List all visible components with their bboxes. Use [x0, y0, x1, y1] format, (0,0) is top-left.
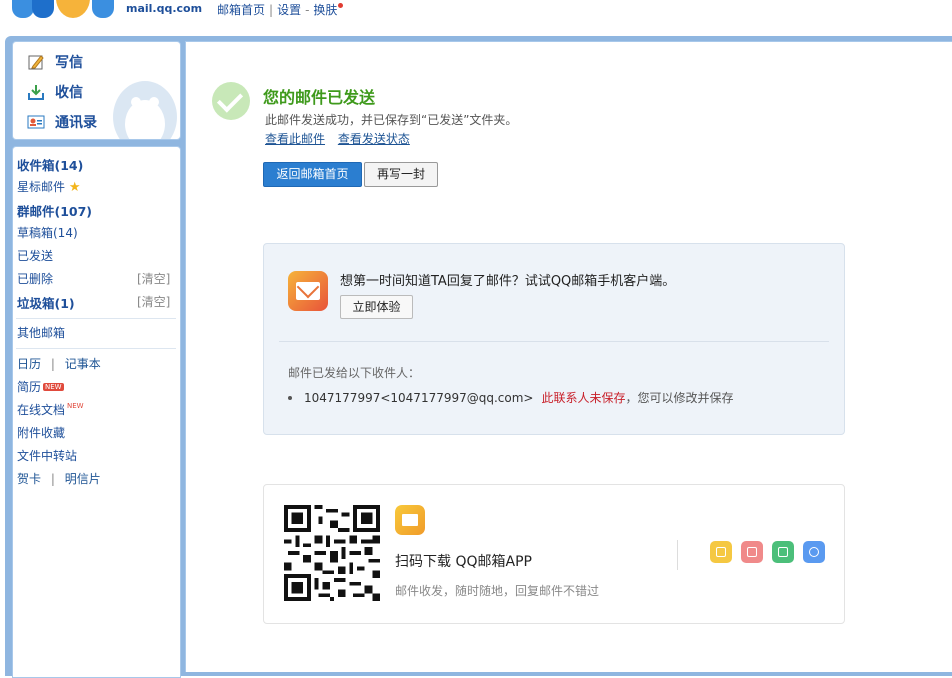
starred-label: 星标邮件	[17, 180, 66, 194]
online-docs-label: 在线文档	[17, 403, 66, 417]
files-app-icon[interactable]	[803, 541, 825, 563]
sidebar-item-sent[interactable]: 已发送	[17, 247, 53, 264]
qq-mail-app-icon	[395, 505, 425, 535]
compose-button[interactable]: 写信	[27, 52, 83, 72]
sidebar-item-greeting-card[interactable]: 贺卡	[17, 472, 41, 486]
resume-label: 简历	[17, 380, 42, 394]
calendar-app-icon[interactable]	[741, 541, 763, 563]
star-icon: ★	[68, 180, 81, 195]
divider	[16, 348, 176, 349]
sidebar-item-group[interactable]: 群邮件(107)	[17, 201, 92, 220]
recipients-label: 邮件已发给以下收件人：	[288, 366, 421, 380]
sidebar-item-attachments[interactable]: 附件收藏	[17, 424, 65, 441]
notes-app-icon[interactable]	[772, 541, 794, 563]
recipient-address: 1047177997<1047177997@qq.com>	[304, 391, 534, 405]
divider	[279, 341, 829, 342]
logo-url: mail.qq.com	[126, 2, 203, 15]
separator: |	[269, 3, 274, 17]
bullet	[288, 396, 292, 400]
greeting-postcard-row: 贺卡 | 明信片	[17, 470, 101, 487]
success-check-icon	[212, 82, 250, 120]
receive-button[interactable]: 收信	[27, 82, 83, 102]
back-to-home-button[interactable]: 返回邮箱首页	[263, 162, 362, 187]
separator: |	[50, 472, 55, 486]
contacts-icon	[27, 113, 45, 131]
save-contact-hint: ，您可以修改并保存	[625, 391, 734, 405]
view-mail-link[interactable]: 查看此邮件	[265, 132, 325, 146]
contacts-button[interactable]: 通讯录	[27, 112, 97, 132]
sidebar-item-deleted[interactable]: 已删除	[17, 270, 53, 287]
top-links: 邮箱首页 | 设置 - 换肤	[217, 1, 344, 18]
sidebar-item-spam[interactable]: 垃圾箱(1)	[17, 293, 75, 312]
sidebar-item-inbox[interactable]: 收件箱(14)	[17, 155, 83, 174]
mail-app-icon	[288, 271, 328, 311]
app-download-desc: 邮件收发，随时随地，回复邮件不错过	[395, 584, 600, 598]
app-download-title: 扫码下载 QQ邮箱APP	[395, 554, 532, 570]
sidebar-item-drafts[interactable]: 草稿箱(14)	[17, 224, 78, 241]
sidebar-item-calendar[interactable]: 日历	[17, 357, 41, 371]
success-description: 此邮件发送成功，并已保存到“已发送”文件夹。	[265, 113, 518, 127]
write-again-button[interactable]: 再写一封	[364, 162, 438, 187]
qr-code-icon	[284, 505, 380, 601]
sidebar-item-notes[interactable]: 记事本	[65, 357, 101, 371]
separator: -	[305, 3, 310, 17]
mail-app-icon[interactable]	[710, 541, 732, 563]
recipient-item: 1047177997<1047177997@qq.com> 此联系人未保存，您可以…	[288, 389, 734, 406]
receive-label: 收信	[55, 85, 83, 101]
sidebar-item-file-transfer[interactable]: 文件中转站	[17, 447, 77, 464]
inbox-download-icon	[27, 83, 45, 101]
qq-mail-logo[interactable]	[12, 0, 124, 18]
sidebar-item-postcard[interactable]: 明信片	[65, 472, 101, 486]
separator: |	[50, 357, 55, 371]
view-status-link[interactable]: 查看发送状态	[338, 132, 410, 146]
divider	[677, 540, 678, 570]
top-bar: mail.qq.com 邮箱首页 | 设置 - 换肤	[0, 0, 952, 36]
settings-link[interactable]: 设置	[277, 3, 301, 17]
sidebar-item-online-docs[interactable]: 在线文档 NEW	[17, 401, 84, 418]
notification-dot	[338, 3, 344, 8]
success-title: 您的邮件已发送	[263, 88, 376, 107]
new-badge: NEW	[43, 383, 64, 391]
sidebar-item-other-mailbox[interactable]: 其他邮箱	[17, 324, 65, 341]
skin-link[interactable]: 换肤	[313, 3, 337, 17]
compose-label: 写信	[55, 55, 83, 71]
calendar-notes-row: 日历 | 记事本	[17, 355, 101, 372]
sidebar-actions: 写信 收信 通讯录	[12, 41, 181, 140]
pencil-icon	[27, 53, 45, 71]
success-links: 查看此邮件 查看发送状态	[265, 130, 419, 147]
new-badge: NEW	[67, 402, 84, 410]
mail-home-link[interactable]: 邮箱首页	[217, 3, 265, 17]
qq-penguin-watermark	[113, 81, 177, 139]
contacts-label: 通讯录	[55, 115, 97, 131]
promo-text: 想第一时间知道TA回复了邮件？试试QQ邮箱手机客户端。	[340, 274, 676, 289]
divider	[16, 318, 176, 319]
try-now-button[interactable]: 立即体验	[340, 295, 413, 319]
sidebar-item-starred[interactable]: 星标邮件 ★	[17, 178, 81, 195]
sidebar-item-resume[interactable]: 简历 NEW	[17, 378, 64, 395]
unsaved-contact-warning[interactable]: 此联系人未保存	[541, 391, 625, 405]
